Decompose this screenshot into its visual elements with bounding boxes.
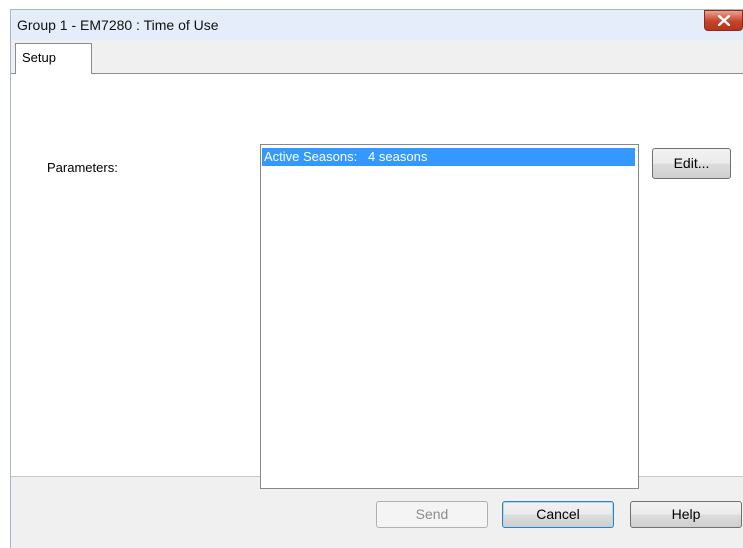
- edit-button[interactable]: Edit...: [652, 148, 731, 179]
- send-button[interactable]: Send: [376, 501, 488, 528]
- window-title: Group 1 - EM7280 : Time of Use: [17, 17, 219, 33]
- title-bar[interactable]: Group 1 - EM7280 : Time of Use: [10, 9, 743, 40]
- cancel-button[interactable]: Cancel: [502, 501, 614, 528]
- parameters-label: Parameters:: [47, 160, 118, 175]
- list-item[interactable]: Active Seasons: 4 seasons: [262, 148, 635, 166]
- setup-tab-page: Parameters: Active Seasons: 4 seasons Ed…: [11, 73, 743, 489]
- help-button[interactable]: Help: [630, 501, 742, 528]
- tab-strip: Setup: [11, 40, 743, 74]
- parameters-listbox[interactable]: Active Seasons: 4 seasons: [260, 144, 639, 489]
- tab-setup-label: Setup: [22, 50, 56, 65]
- close-button[interactable]: [704, 10, 743, 31]
- tab-setup[interactable]: Setup: [15, 43, 92, 74]
- dialog-body: Setup Parameters: Active Seasons: 4 seas…: [10, 40, 743, 548]
- close-icon: [718, 15, 730, 26]
